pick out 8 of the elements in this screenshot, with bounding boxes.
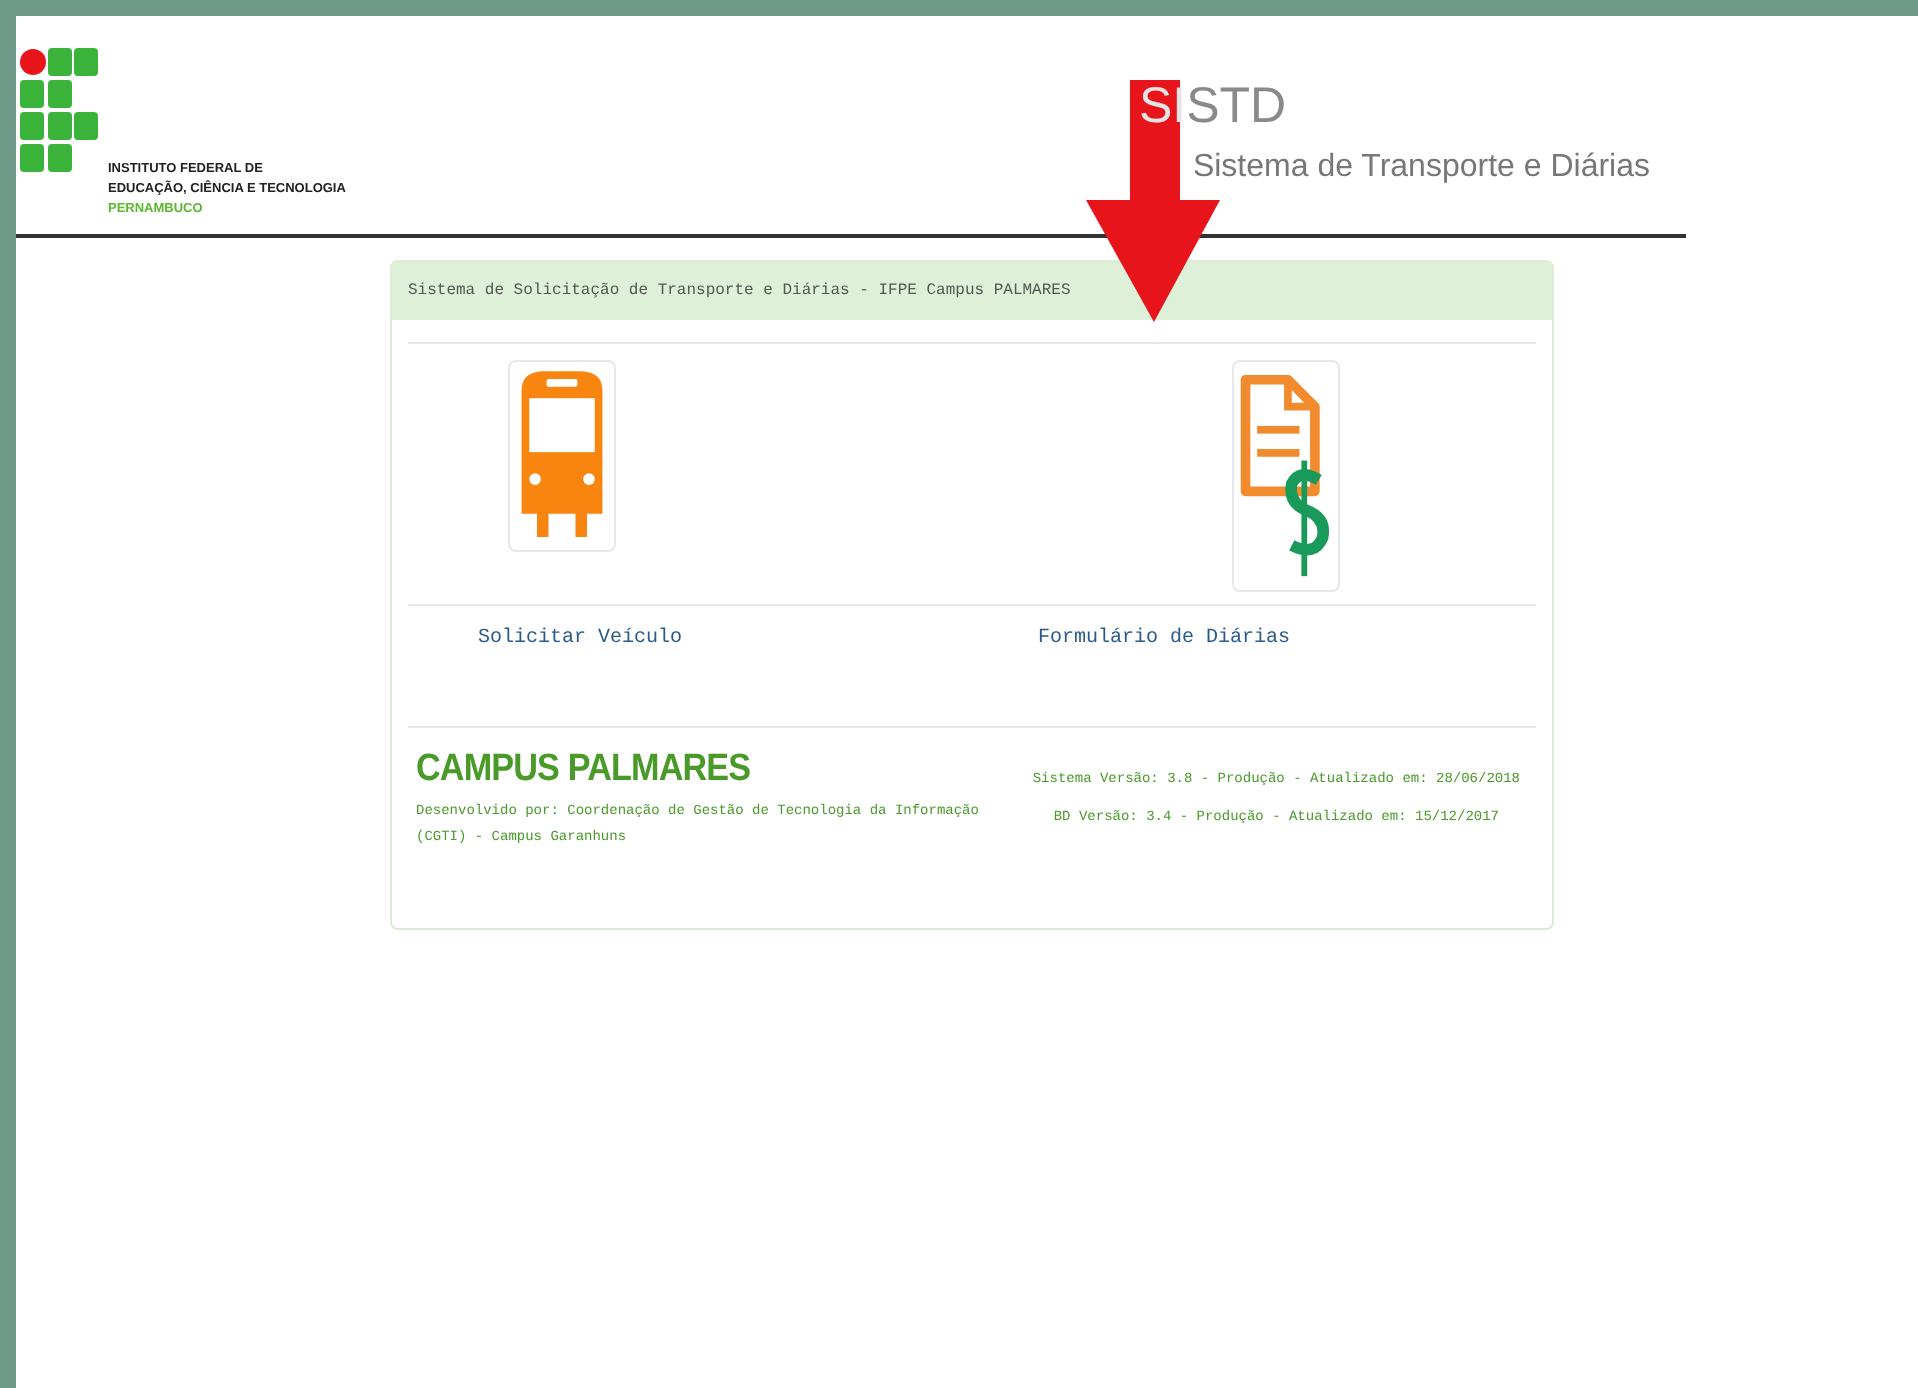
system-subtitle: Sistema de Transporte e Diárias [1192,148,1650,188]
bus-icon[interactable] [508,360,616,552]
campus-title: CAMPUS PALMARES [416,748,753,792]
invoice-icon[interactable] [1232,360,1340,592]
system-logo-mark: STD [1186,80,1287,132]
option-link[interactable]: Solicitar Veículo [477,624,682,654]
panel-title: Sistema de Solicitação de Transporte e Diárias - IFPE Campus PALMARES [408,279,1071,303]
option-link[interactable]: Formulário de Diárias [1038,624,1291,654]
